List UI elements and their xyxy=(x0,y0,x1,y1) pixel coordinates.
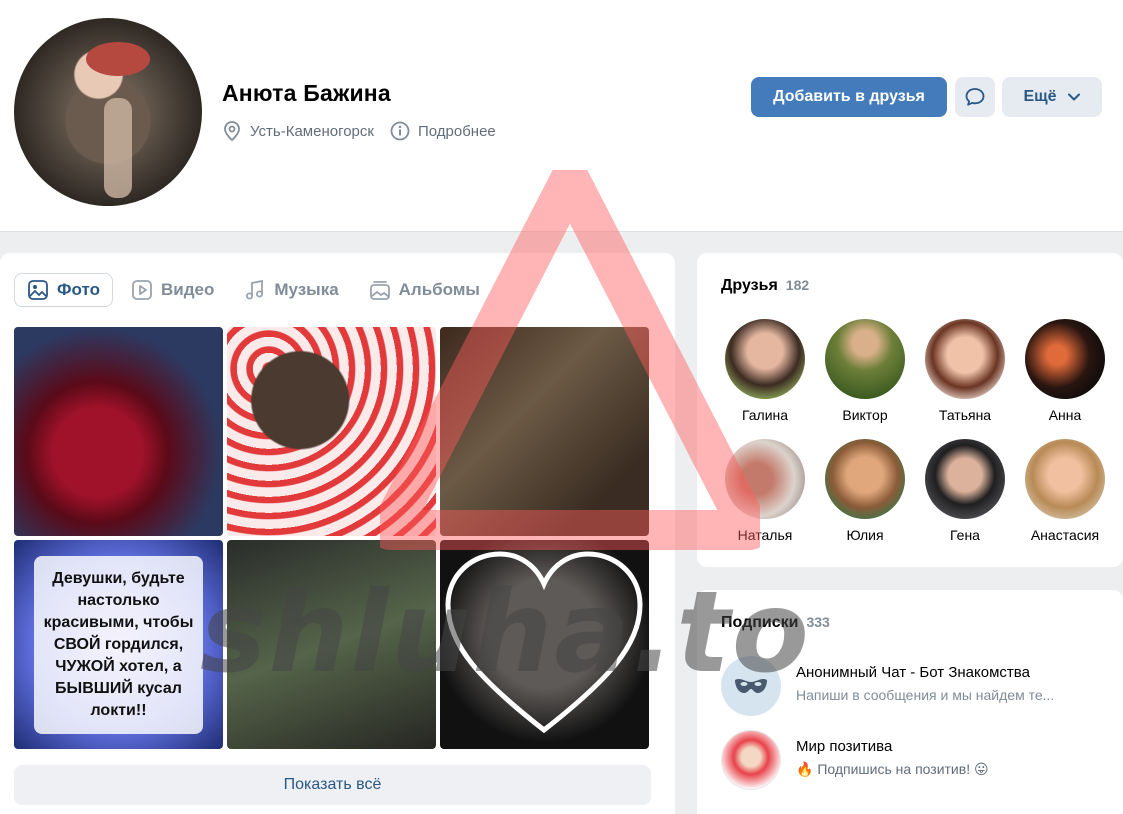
subscription-title: Анонимный Чат - Бот Знакомства xyxy=(796,664,1030,681)
subscription-item[interactable]: Мир позитива 🔥 Подпишись на позитив! 😛 xyxy=(721,730,1111,790)
show-all-button[interactable]: Показать всё xyxy=(14,765,651,805)
tab-video-label: Видео xyxy=(160,280,215,299)
watermark-text: shluha.to xyxy=(200,568,811,698)
tab-music-label: Музыка xyxy=(274,280,339,299)
friend-item[interactable]: Гена xyxy=(915,439,1015,559)
friends-grid: Галина Виктор Татьяна Анна Наталья Юлия … xyxy=(715,319,1115,559)
avatar-hand xyxy=(104,98,132,198)
friend-avatar xyxy=(825,319,905,399)
friend-avatar xyxy=(1025,439,1105,519)
subscription-desc: Напиши в сообщения и мы найдем те... xyxy=(796,687,1055,703)
location-pin-icon xyxy=(224,121,240,142)
profile-avatar[interactable] xyxy=(14,18,202,206)
friend-name: Юлия xyxy=(846,527,884,543)
tab-photo[interactable]: Фото xyxy=(14,273,113,307)
subscription-text: Анонимный Чат - Бот Знакомства Напиши в … xyxy=(796,664,1106,703)
more-button[interactable]: Ещё xyxy=(1002,77,1102,117)
friend-item[interactable]: Виктор xyxy=(815,319,915,439)
tab-music[interactable]: Музыка xyxy=(232,273,350,307)
friend-item[interactable]: Анастасия xyxy=(1015,439,1115,559)
friend-name: Анастасия xyxy=(1030,527,1100,543)
photo-quote[interactable]: Девушки, будьте настолько красивыми, что… xyxy=(14,540,223,749)
friend-avatar xyxy=(825,439,905,519)
watermark-triangle xyxy=(380,170,760,550)
friend-name: Татьяна xyxy=(938,407,992,423)
friend-item[interactable]: Юлия xyxy=(815,439,915,559)
profile-name: Анюта Бажина xyxy=(222,80,391,106)
friend-item[interactable]: Татьяна xyxy=(915,319,1015,439)
chat-bubble-icon xyxy=(965,88,985,106)
friend-name: Анна xyxy=(1048,407,1082,423)
friend-avatar xyxy=(925,439,1005,519)
friend-avatar xyxy=(1025,319,1105,399)
more-button-label: Ещё xyxy=(1023,88,1057,105)
subscription-avatar xyxy=(721,730,781,790)
subscription-text: Мир позитива 🔥 Подпишись на позитив! 😛 xyxy=(796,738,1106,778)
info-icon xyxy=(390,121,410,141)
friend-name: Гена xyxy=(950,527,980,543)
avatar-lips xyxy=(86,42,150,76)
chevron-down-icon xyxy=(1067,93,1080,101)
tab-photo-label: Фото xyxy=(57,280,100,299)
friend-name: Виктор xyxy=(842,407,888,423)
friends-block: Друзья 182 Галина Виктор Татьяна Анна На… xyxy=(697,253,1123,567)
friends-count: 182 xyxy=(785,277,810,293)
profile-city: Усть-Каменогорск xyxy=(222,120,374,142)
profile-details-link[interactable]: Подробнее xyxy=(390,121,496,141)
photo-roses[interactable] xyxy=(14,327,223,536)
subscription-title: Мир позитива xyxy=(796,738,893,755)
friend-item[interactable]: Анна xyxy=(1015,319,1115,439)
photo-quote-text: Девушки, будьте настолько красивыми, что… xyxy=(34,555,203,734)
tab-video[interactable]: Видео xyxy=(119,273,226,307)
video-icon xyxy=(132,280,152,300)
music-icon xyxy=(246,279,264,300)
profile-meta: Усть-Каменогорск Подробнее xyxy=(222,120,512,142)
profile-city-text: Усть-Каменогорск xyxy=(250,122,374,140)
add-friend-button[interactable]: Добавить в друзья xyxy=(751,77,947,117)
friend-avatar xyxy=(925,319,1005,399)
profile-details-text: Подробнее xyxy=(417,122,496,140)
subscription-desc: 🔥 Подпишись на позитив! 😛 xyxy=(796,761,989,777)
message-button[interactable] xyxy=(955,77,995,117)
photo-icon xyxy=(28,280,48,300)
